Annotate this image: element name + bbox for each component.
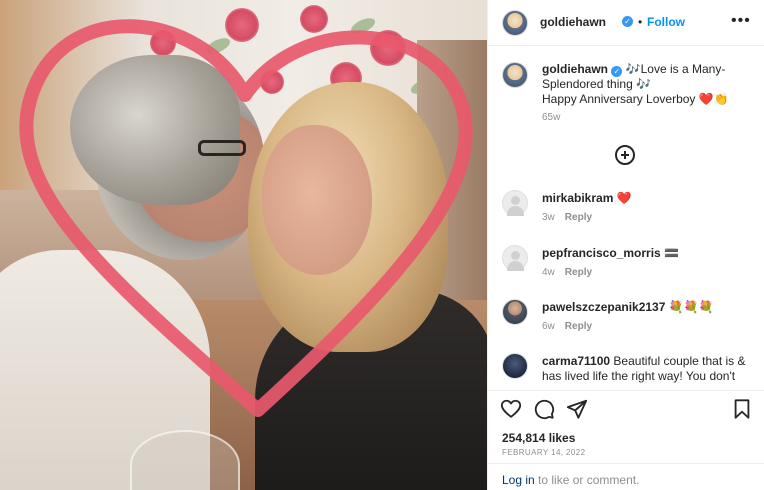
reply-button[interactable]: Reply (565, 321, 592, 332)
share-send-icon[interactable] (566, 398, 588, 420)
like-heart-icon[interactable] (500, 398, 522, 420)
comment-meta: 3w Reply (542, 212, 592, 223)
post-photo[interactable] (0, 0, 487, 490)
caption-timestamp[interactable]: 65w (542, 112, 560, 123)
commenter-avatar[interactable] (502, 190, 528, 216)
comment-text: carma71100 Beautiful couple that is & ha… (542, 354, 757, 384)
likes-count[interactable]: 254,814 likes (502, 431, 575, 445)
verified-badge-icon: ✓ (611, 66, 623, 77)
commenter-username[interactable]: carma71100 (542, 354, 610, 368)
save-bookmark-icon[interactable] (731, 398, 753, 420)
comment-time[interactable]: 3w (542, 212, 555, 223)
reply-button[interactable]: Reply (565, 212, 592, 223)
login-prompt-text: to like or comment. (534, 473, 640, 487)
login-prompt: Log in to like or comment. (488, 463, 764, 490)
more-options-icon[interactable]: ••• (731, 12, 751, 30)
commenter-avatar[interactable] (502, 299, 528, 325)
author-avatar[interactable] (502, 10, 528, 36)
comment-text: pepfrancisco_morris 🟰 (542, 246, 757, 261)
commenter-username[interactable]: mirkabikram (542, 191, 613, 205)
separator-dot: • (638, 15, 643, 29)
verified-badge-icon: ✓ (622, 16, 633, 27)
commenter-avatar[interactable] (502, 245, 528, 271)
commenter-avatar[interactable] (502, 353, 528, 379)
caption-username[interactable]: goldiehawn (542, 62, 608, 76)
load-more-comments-icon[interactable] (615, 145, 635, 165)
post-caption: goldiehawn ✓ 🎶Love is a Many-Splendored … (542, 62, 752, 107)
comment-body: 🟰 (664, 246, 680, 260)
commenter-username[interactable]: pepfrancisco_morris (542, 246, 661, 260)
comment-item: carma71100 Beautiful couple that is & ha… (488, 353, 764, 389)
post-actions: 254,814 likes FEBRUARY 14, 2022 Log in t… (488, 390, 764, 490)
follow-button[interactable]: Follow (647, 15, 685, 29)
post-header: goldiehawn ✓ • Follow ••• (488, 0, 764, 46)
login-link[interactable]: Log in (502, 473, 535, 487)
caption-author-avatar[interactable] (502, 62, 528, 88)
post-date: FEBRUARY 14, 2022 (502, 448, 586, 457)
comment-body: ❤️ (616, 191, 632, 205)
comment-body: 💐💐💐 (668, 300, 714, 314)
heart-overlay (19, 19, 473, 417)
caption-line-2: Happy Anniversary Loverboy ❤️👏 (542, 92, 729, 106)
commenter-username[interactable]: pawelszczepanik2137 (542, 300, 665, 314)
comment-meta: 6w Reply (542, 321, 592, 332)
post-side-panel: goldiehawn ✓ • Follow ••• goldiehawn ✓ 🎶… (487, 0, 764, 490)
comment-text: mirkabikram ❤️ (542, 191, 757, 206)
comment-time[interactable]: 6w (542, 321, 555, 332)
reply-button[interactable]: Reply (565, 267, 592, 278)
comment-text: pawelszczepanik2137 💐💐💐 (542, 300, 757, 315)
comment-time[interactable]: 4w (542, 267, 555, 278)
author-username[interactable]: goldiehawn (540, 15, 606, 29)
comment-meta: 4w Reply (542, 267, 592, 278)
comment-bubble-icon[interactable] (533, 398, 555, 420)
